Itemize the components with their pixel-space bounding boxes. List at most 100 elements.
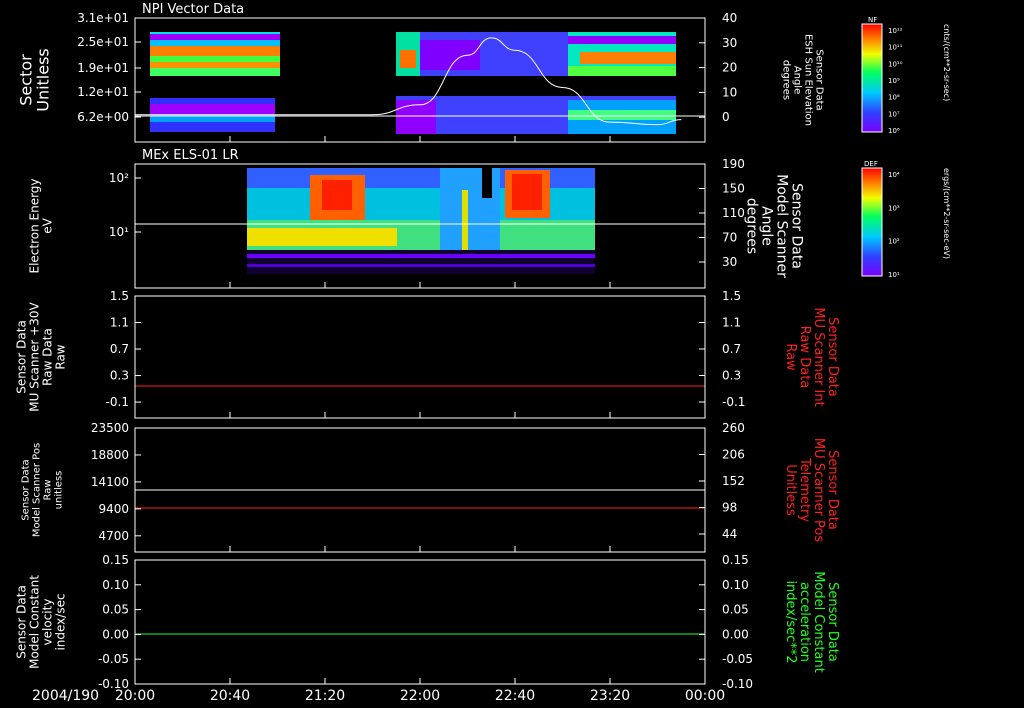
x-tick-label: 21:20 <box>305 688 345 704</box>
y-tick-label: 0.3 <box>110 369 129 383</box>
right-tick-label: 0.15 <box>722 553 749 567</box>
right-tick-label: 0 <box>722 110 730 124</box>
date-label: 2004/190 <box>32 688 99 704</box>
right-tick-label: -0.1 <box>722 395 745 409</box>
y-axis-label: index/sec <box>54 593 68 650</box>
y-tick-label: 18800 <box>91 448 129 462</box>
x-tick-labels: 20:00 20:40 21:20 22:00 22:40 23:20 00:00 <box>115 688 725 704</box>
data-block <box>247 250 595 274</box>
y-tick-label: 3.1e+01 <box>77 11 129 25</box>
right-tick-label: 20 <box>722 61 737 75</box>
data-block <box>150 46 280 56</box>
y-tick-label: 23500 <box>91 421 129 435</box>
right-axis-label: Angle <box>792 66 803 94</box>
right-tick-label: 98 <box>722 501 737 515</box>
data-block <box>150 40 280 46</box>
y-axis-label: Unitless <box>34 48 53 112</box>
right-axis-label: Raw <box>783 343 798 371</box>
y-tick-label: 0.00 <box>102 627 129 641</box>
right-axis-label: degrees <box>744 198 760 254</box>
colorbar-tick-label: 10⁹ <box>888 77 900 85</box>
right-tick-label: 44 <box>722 527 737 541</box>
right-tick-label: 260 <box>722 421 745 435</box>
y-tick-label: 1.9e+01 <box>77 61 129 75</box>
y-tick-label: 0.7 <box>110 342 129 356</box>
panel-scanner-pos <box>135 489 705 509</box>
colorbar-tick-label: 10¹² <box>888 27 903 35</box>
colorbar-tick-label: 10⁴ <box>888 171 900 179</box>
colorbar-units: cnts/(cm**2-sr-sec) <box>942 24 951 101</box>
y-tick-label: 0.15 <box>102 553 129 567</box>
panel-npi-vector: NPI Vector Data <box>134 2 705 134</box>
right-tick-label: 190 <box>722 157 745 171</box>
right-axis-label: MU Scanner Pos <box>811 438 826 543</box>
right-axis-label: Raw Data <box>797 326 812 389</box>
data-block <box>247 228 397 246</box>
y-tick-label: -0.1 <box>106 395 129 409</box>
right-tick-label: 0.7 <box>722 342 741 356</box>
right-axis-label: Sensor Data <box>789 183 805 269</box>
y-tick-label: 4700 <box>98 529 129 543</box>
data-block <box>580 52 676 64</box>
y-axis-label: Sensor Data <box>21 459 32 520</box>
colorbar-units: ergs/(cm**2-sr-sec-eV) <box>942 168 951 259</box>
x-tick-label: 20:40 <box>210 688 250 704</box>
spectrogram <box>150 32 676 134</box>
right-axis-label: Unitless <box>783 464 798 516</box>
y-axis-label: Sensor Data <box>15 585 29 659</box>
y-tick-label: -0.05 <box>98 652 129 666</box>
y-tick-label: 1.1 <box>110 316 129 330</box>
y-tick-label: 14100 <box>91 475 129 489</box>
data-block <box>150 56 280 62</box>
x-tick-label: 20:00 <box>115 688 155 704</box>
right-axis-label: index/sec**2 <box>783 580 798 663</box>
y-axis-label: Raw Data <box>41 328 55 386</box>
right-tick-label: 0.05 <box>722 603 749 617</box>
right-axis-label: Model Constant <box>811 571 826 673</box>
right-tick-label: 0.10 <box>722 578 749 592</box>
right-tick-label: 152 <box>722 474 745 488</box>
y-axis-label: Raw <box>43 479 54 500</box>
x-tick-label: 22:00 <box>400 688 440 704</box>
y-tick-label: 10² <box>109 171 129 185</box>
right-tick-label: 206 <box>722 448 745 462</box>
y-axis-label: Model Scanner Pos <box>32 443 43 537</box>
right-tick-label: -0.05 <box>722 652 753 666</box>
y-axis-label: Model Constant <box>28 575 42 669</box>
data-block <box>150 116 275 122</box>
data-block <box>568 36 676 44</box>
colorbar-def: DEF 10⁴ 10³ 10² 10¹ ergs/(cm**2-sr-sec-eV) <box>861 160 951 279</box>
right-tick-label: 0.3 <box>722 369 741 383</box>
data-block <box>247 264 595 267</box>
colorbar-tag: DEF <box>864 160 878 168</box>
right-tick-label: 30 <box>722 36 737 50</box>
colorbar <box>861 167 883 277</box>
x-axis: 2004/190 20:00 20:40 21:20 22:00 22:40 23:20 0… <box>32 688 725 704</box>
right-axis-label: acceleration <box>797 582 812 662</box>
y-axis-label: eV <box>41 217 55 233</box>
x-tick-label: 23:20 <box>590 688 630 704</box>
y-axis-label: Sensor Data <box>15 320 29 394</box>
y-tick-label: 10¹ <box>109 225 129 239</box>
y-tick-label: 9400 <box>98 502 129 516</box>
right-tick-label: 110 <box>722 206 745 220</box>
right-axis-label: Sensor Data <box>825 317 840 397</box>
sensor-data-figure: NPI Vector Data MEx ELS-01 LR 3.1e+012.5… <box>15 2 952 704</box>
data-block <box>462 190 468 250</box>
right-tick-label: 10 <box>722 85 737 99</box>
data-block <box>400 50 416 68</box>
right-axis-label: Model Scanner <box>774 174 790 278</box>
colorbar-tick-label: 10¹⁰ <box>888 60 903 68</box>
right-axis-label: Sensor Data <box>825 450 840 530</box>
panel-mex-els: MEx ELS-01 LR <box>135 148 705 274</box>
colorbar-tick-label: 10⁶ <box>888 127 900 135</box>
y-axis-label: velocity <box>41 599 55 646</box>
right-axis-label: degrees <box>781 60 792 100</box>
y-tick-label: 6.2e+00 <box>77 110 129 124</box>
y-axis-label: unitless <box>54 471 65 510</box>
right-tick-label: 1.1 <box>722 316 741 330</box>
colorbar-tick-label: 10¹ <box>888 271 900 279</box>
right-tick-label: 40 <box>722 11 737 25</box>
y-axis-label: Electron Energy <box>28 178 42 273</box>
colorbar-ticks: 10⁴ 10³ 10² 10¹ <box>888 171 900 279</box>
